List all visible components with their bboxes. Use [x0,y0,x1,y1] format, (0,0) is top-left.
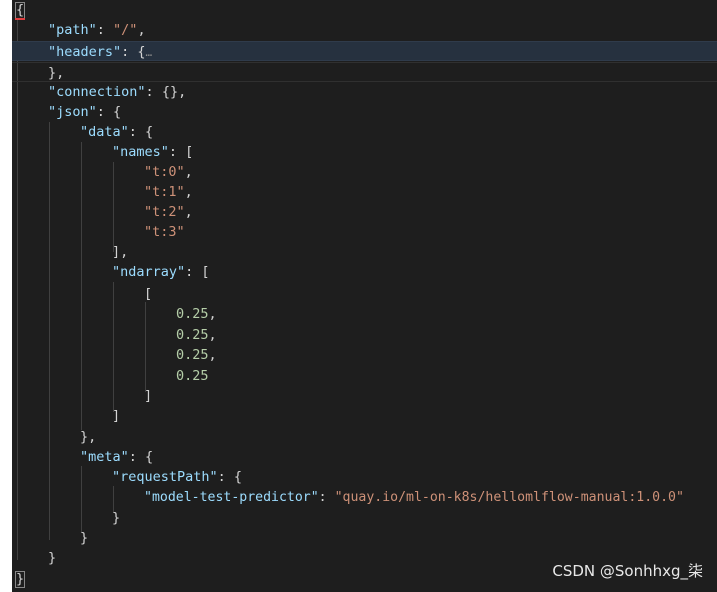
code-line[interactable]: ] [12,386,717,406]
json-key: "json" [48,104,97,120]
code-line[interactable]: "t:0", [12,162,717,182]
bracket-match-open [15,2,25,19]
code-line[interactable]: "names": [ [12,142,717,162]
json-number: 0.25 [176,306,209,322]
code-line[interactable]: "json": { [12,102,717,122]
code-line[interactable]: { [12,0,717,20]
json-key: "ndarray" [112,264,186,280]
json-key: "model-test-predictor" [144,490,319,505]
fold-ellipsis-icon[interactable]: … [146,46,153,59]
json-string: "t:2" [144,204,185,220]
code-line[interactable]: "connection": {}, [12,82,717,102]
code-line[interactable]: "requestPath": { [12,467,717,487]
code-line[interactable]: "ndarray": [ [12,262,717,282]
json-key: "headers" [48,44,122,60]
json-number: 0.25 [176,327,209,343]
code-line[interactable]: "data": { [12,122,717,142]
code-editor[interactable]: { "path": "/", "headers": {… }, "connect… [12,0,717,592]
code-line[interactable]: 0.25, [12,345,717,365]
json-string: "quay.io/ml-on-k8s/helloml​flow-manual:1… [334,490,684,505]
json-key: "connection" [48,84,146,100]
watermark: CSDN @Sonhhxg_柒 [552,562,703,580]
code-line[interactable]: ], [12,242,717,262]
json-key: "data" [80,124,129,140]
code-line-folded[interactable]: "headers": {… [12,41,717,61]
json-number: 0.25 [176,368,209,384]
bracket-match-close [15,571,25,588]
code-line[interactable]: 0.25, [12,304,717,324]
code-line[interactable]: [ [12,284,717,304]
json-key: "names" [112,144,169,160]
code-line[interactable]: ] [12,406,717,426]
json-number: 0.25 [176,347,209,363]
json-key: "path" [48,22,97,38]
json-key: "meta" [80,449,129,465]
json-string: "t:0" [144,164,185,180]
code-line[interactable]: "meta": { [12,447,717,467]
code-line[interactable]: "t:3" [12,222,717,242]
code-line[interactable]: 0.25 [12,366,717,386]
json-string: "/" [113,22,138,38]
code-line[interactable]: "t:1", [12,182,717,202]
json-string: "t:3" [144,224,185,240]
code-line[interactable]: "t:2", [12,202,717,222]
json-string: "t:1" [144,184,185,200]
code-line[interactable]: "path": "/", [12,20,717,40]
code-line[interactable]: }, [12,427,717,447]
code-line[interactable]: } [12,508,717,528]
code-line[interactable]: }, [12,62,717,82]
json-key: "requestPath" [112,469,218,485]
code-line[interactable]: "model-test-predictor": "quay.io/ml-on-k… [12,488,717,508]
code-line[interactable]: 0.25, [12,325,717,345]
code-line[interactable]: } [12,528,717,548]
